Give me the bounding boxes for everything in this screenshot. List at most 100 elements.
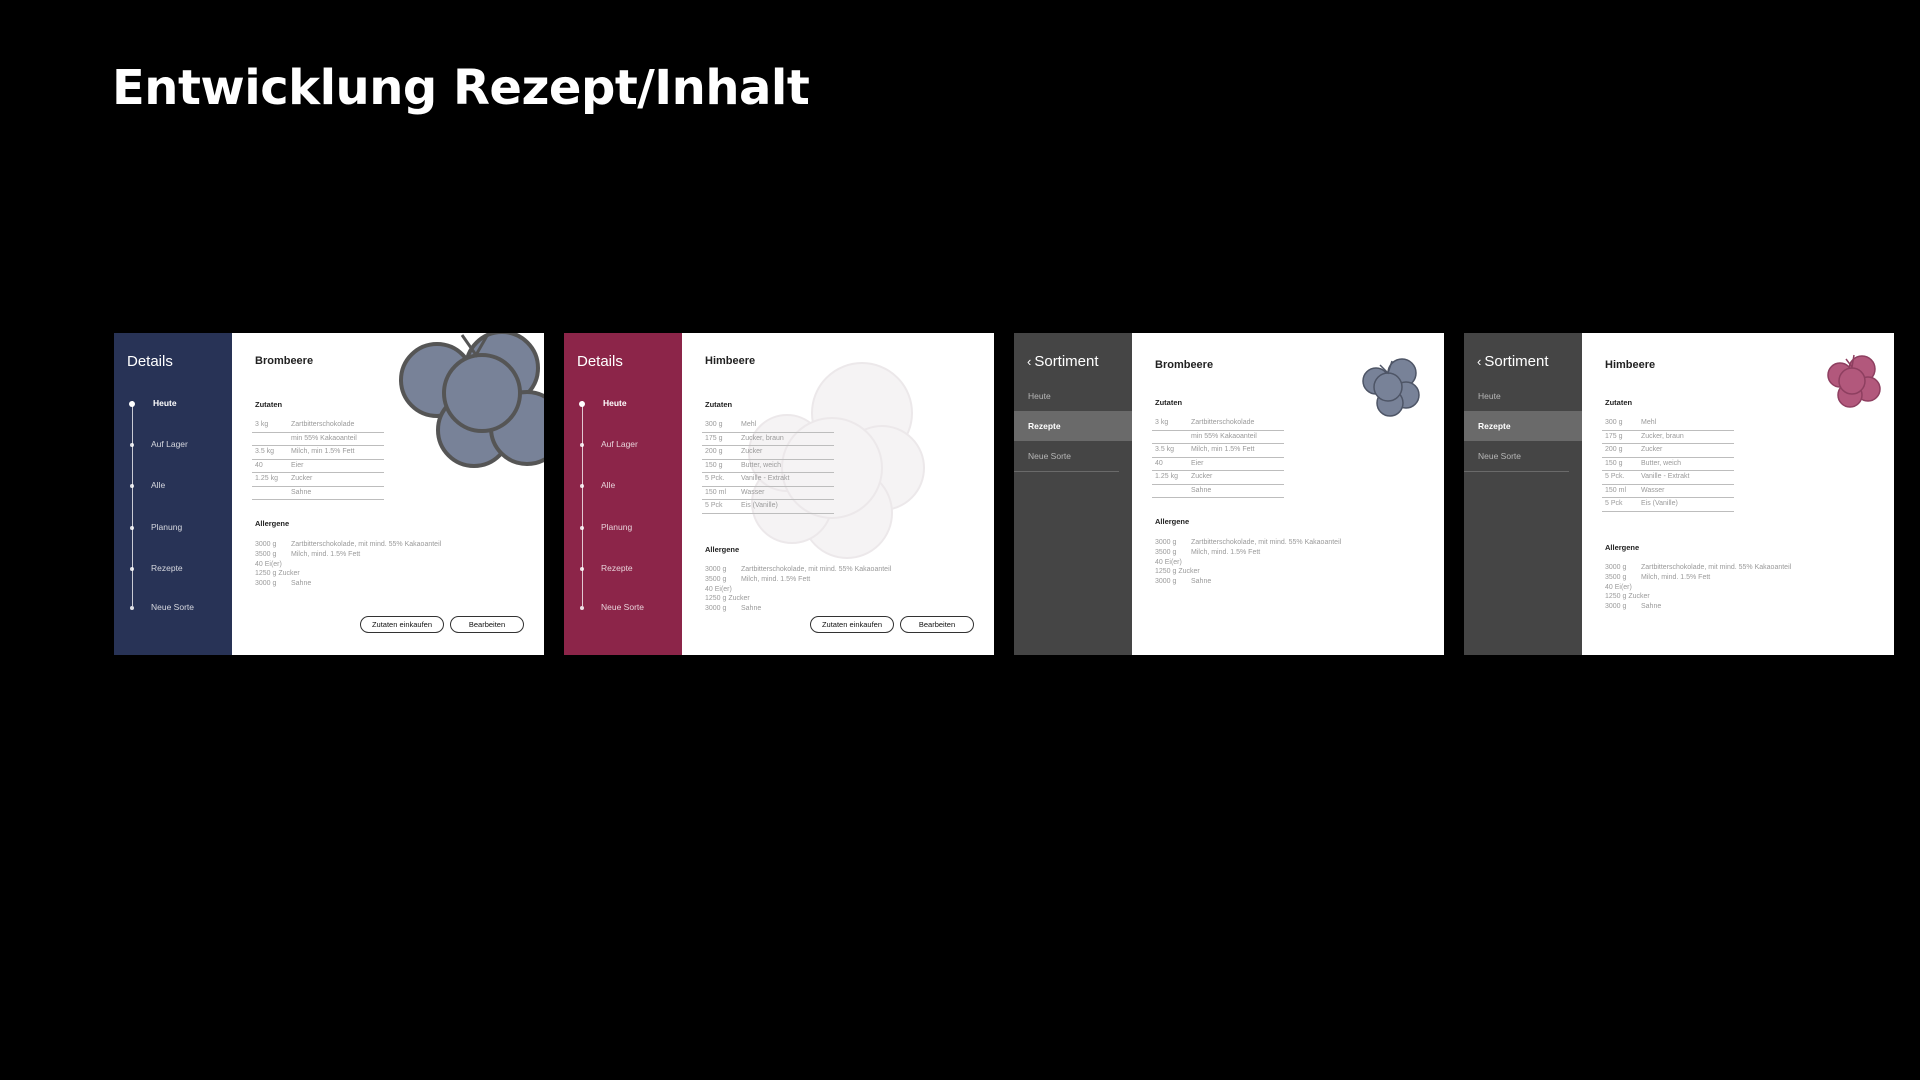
raspberry-small-icon [1827, 354, 1881, 408]
allergen-name: Zartbitterschokolade, mit mind. 55% Kaka… [1191, 539, 1342, 546]
ingredient-quantity: 5 Pck [1605, 500, 1623, 507]
ingredient-quantity: 175 g [1605, 432, 1623, 440]
ingredient-name: min 55% Kakaoanteil [291, 434, 357, 442]
ingredient-quantity: 300 g [705, 421, 723, 428]
recipe-content: Brombeere Zutaten 3 kg Zartbitterschokola… [232, 333, 544, 655]
nav-item-heute[interactable]: Heute [564, 398, 682, 410]
nav-item-auf-lager[interactable]: Auf Lager [114, 439, 232, 451]
allergen-quantity: 1250 g Zucker [705, 595, 750, 603]
zutaten-heading: Zutaten [255, 400, 283, 409]
allergene-heading: Allergene [1605, 543, 1640, 552]
menu-item-rezepte[interactable]: Rezepte [1014, 411, 1132, 441]
nav-label: Heute [603, 398, 627, 408]
ingredient-name: Vanille - Extrakt [1641, 473, 1690, 480]
allergen-quantity: 40 Ei(er) [255, 560, 282, 568]
fruit-title: Himbeere [705, 355, 756, 367]
ingredient-row: 200 g Zucker [702, 446, 834, 460]
allergen-row: 1250 g Zucker [255, 570, 515, 580]
ingredient-row: 175 g Zucker, braun [702, 433, 834, 446]
nav-label: Alle [151, 480, 166, 490]
bearbeiten-button[interactable]: Bearbeiten [450, 616, 524, 633]
sidebar-title: Details [127, 353, 173, 370]
chevron-left-icon: ‹ [1027, 354, 1032, 369]
ingredient-row: 150 ml Wasser [702, 487, 834, 500]
ingredient-quantity: 150 ml [1605, 486, 1627, 494]
nav-item-rezepte[interactable]: Rezepte [114, 563, 232, 575]
screen-himbeere-details: Details Heute Auf Lager Alle Planung Rez… [564, 333, 994, 655]
ingredient-row: 150 ml Wasser [1602, 485, 1734, 498]
nav-item-auf-lager[interactable]: Auf Lager [564, 439, 682, 451]
ingredient-name: Mehl [1641, 419, 1657, 426]
menu-item-neue-sorte[interactable]: Neue Sorte [1464, 441, 1582, 471]
ingredient-name: Zartbitterschokolade [1191, 419, 1255, 426]
ingredient-quantity: 1.25 kg [1155, 473, 1178, 480]
ingredient-quantity: 300 g [1605, 419, 1623, 426]
nav-item-heute[interactable]: Heute [114, 398, 232, 410]
menu-item-rezepte[interactable]: Rezepte [1464, 411, 1582, 441]
ingredient-row: 3 kg Zartbitterschokolade [252, 419, 384, 433]
allergens-list: 3000 g Zartbitterschokolade, mit mind. 55… [1605, 564, 1865, 613]
bearbeiten-button[interactable]: Bearbeiten [900, 616, 974, 633]
nav-item-alle[interactable]: Alle [114, 480, 232, 492]
ingredient-name: Zartbitterschokolade [291, 421, 355, 428]
menu-item-heute[interactable]: Heute [1464, 381, 1582, 411]
nav-item-alle[interactable]: Alle [564, 480, 682, 492]
nav-item-planung[interactable]: Planung [114, 522, 232, 534]
fruit-title: Himbeere [1605, 359, 1656, 371]
allergen-quantity: 1250 g Zucker [1155, 568, 1200, 576]
ingredient-row: 3.5 kg Milch, min 1.5% Fett [1152, 444, 1284, 458]
chevron-left-icon: ‹ [1477, 354, 1482, 369]
sidebar-back-link[interactable]: ‹ Sortiment [1027, 353, 1099, 370]
ingredients-table: 300 g Mehl 175 g Zucker, braun 200 g Zucker… [702, 419, 834, 514]
nav-label: Planung [151, 522, 183, 532]
ingredients-table: 3 kg Zartbitterschokolade min 55% Kakaoan… [1152, 417, 1284, 498]
zutaten-einkaufen-button[interactable]: Zutaten einkaufen [360, 616, 444, 633]
ingredient-name: Vanille - Extrakt [741, 475, 790, 482]
allergen-name: Zartbitterschokolade, mit mind. 55% Kaka… [741, 566, 892, 573]
menu-item-heute[interactable]: Heute [1014, 381, 1132, 411]
ingredient-name: Eier [1191, 459, 1204, 467]
menu-item-neue-sorte[interactable]: Neue Sorte [1014, 441, 1132, 471]
timeline-dot [580, 606, 584, 610]
timeline-dot [580, 526, 584, 530]
allergen-quantity: 3000 g [1605, 603, 1627, 611]
nav-item-rezepte[interactable]: Rezepte [564, 563, 682, 575]
zutaten-einkaufen-button[interactable]: Zutaten einkaufen [810, 616, 894, 633]
ingredient-row: 3 kg Zartbitterschokolade [1152, 417, 1284, 431]
timeline-dot [129, 401, 135, 407]
allergen-row: 3500 g Milch, mind. 1.5% Fett [705, 576, 965, 586]
screen-brombeere-sortiment: ‹ Sortiment Heute Rezepte Neue Sorte Brom… [1014, 333, 1444, 655]
sidebar-back-link[interactable]: ‹ Sortiment [1477, 353, 1549, 370]
ingredient-row: 5 Pck Eis (Vanille) [1602, 498, 1734, 512]
menu-divider [1014, 471, 1119, 472]
ingredient-quantity: 5 Pck [705, 502, 723, 509]
allergen-row: 3000 g Zartbitterschokolade, mit mind. 55… [705, 566, 965, 576]
ingredient-row: 1.25 kg Zucker [252, 473, 384, 487]
ingredient-row: 150 g Butter, weich [702, 460, 834, 473]
nav-item-neue-sorte[interactable]: Neue Sorte [114, 602, 232, 614]
allergen-row: 3000 g Sahne [1155, 578, 1415, 588]
timeline-dot [580, 443, 584, 447]
nav-item-planung[interactable]: Planung [564, 522, 682, 534]
ingredient-quantity: 3 kg [255, 421, 269, 428]
allergen-row: 40 Ei(er) [255, 561, 515, 571]
ingredient-name: Wasser [741, 488, 765, 496]
ingredient-name: Zucker [1191, 473, 1213, 480]
allergen-quantity: 3000 g [1155, 578, 1177, 586]
allergene-heading: Allergene [255, 519, 290, 528]
allergen-row: 3000 g Zartbitterschokolade, mit mind. 55… [1605, 564, 1865, 574]
ingredient-row: 300 g Mehl [1602, 417, 1734, 431]
nav-item-neue-sorte[interactable]: Neue Sorte [564, 602, 682, 614]
allergen-name: Milch, mind. 1.5% Fett [291, 550, 361, 558]
ingredient-quantity: 5 Pck. [705, 475, 725, 482]
ingredient-quantity: 40 [1155, 459, 1163, 467]
nav-label: Auf Lager [601, 439, 638, 449]
sidebar: Details Heute Auf Lager Alle Planung Rez… [114, 333, 232, 655]
allergen-row: 1250 g Zucker [705, 595, 965, 605]
slide-title: Entwicklung Rezept/Inhalt [112, 60, 810, 116]
nav-label: Planung [601, 522, 633, 532]
allergen-row: 40 Ei(er) [1155, 559, 1415, 569]
ingredient-row: 175 g Zucker, braun [1602, 431, 1734, 444]
allergen-row: 1250 g Zucker [1155, 568, 1415, 578]
ingredient-quantity: 1.25 kg [255, 475, 278, 482]
